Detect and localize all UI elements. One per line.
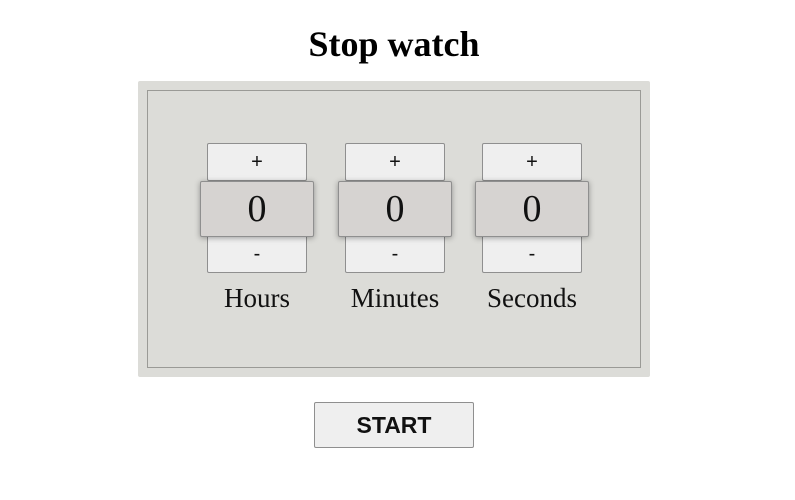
- seconds-unit: + 0 - Seconds: [475, 91, 589, 369]
- minutes-unit: + 0 - Minutes: [338, 91, 452, 369]
- timer-panel-frame: + 0 - Hours + 0 - Minutes + 0 - Seconds: [147, 90, 641, 368]
- timer-panel: + 0 - Hours + 0 - Minutes + 0 - Seconds: [138, 81, 650, 377]
- hours-decrement-button[interactable]: -: [207, 235, 307, 273]
- seconds-increment-button[interactable]: +: [482, 143, 582, 181]
- hours-label: Hours: [224, 283, 290, 313]
- hours-unit: + 0 - Hours: [200, 91, 314, 369]
- hours-value: 0: [200, 181, 314, 237]
- stopwatch-page: Stop watch + 0 - Hours + 0 - Minutes + 0…: [0, 0, 795, 500]
- seconds-value: 0: [475, 181, 589, 237]
- minutes-value: 0: [338, 181, 452, 237]
- page-title: Stop watch: [308, 24, 480, 64]
- minutes-decrement-button[interactable]: -: [345, 235, 445, 273]
- minutes-increment-button[interactable]: +: [345, 143, 445, 181]
- hours-increment-button[interactable]: +: [207, 143, 307, 181]
- seconds-label: Seconds: [487, 283, 577, 313]
- seconds-decrement-button[interactable]: -: [482, 235, 582, 273]
- minutes-label: Minutes: [350, 283, 440, 313]
- start-button[interactable]: START: [314, 402, 474, 448]
